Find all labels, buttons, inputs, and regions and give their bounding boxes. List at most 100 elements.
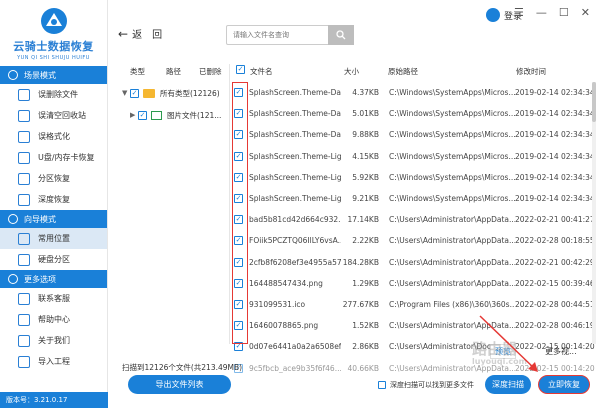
menu-icon[interactable]: ☰ [514, 6, 524, 19]
back-button[interactable]: ← 返 回 [118, 26, 162, 42]
tree-label: 所有类型(12126) [160, 88, 220, 98]
sidebar-item[interactable]: 联系客服 [0, 288, 107, 309]
sidebar-item[interactable]: 深度恢复 [0, 189, 107, 210]
sidebar-item[interactable]: 误格式化 [0, 126, 107, 147]
tree-checkbox[interactable]: ✓ [130, 88, 139, 98]
deep-recover-icon [18, 193, 30, 206]
checkbox-highlight [232, 82, 248, 344]
file-path: C:\Windows\SystemApps\Micros... [389, 151, 515, 161]
sidebar-item[interactable]: 导入工程 [0, 351, 107, 372]
sidebar-item[interactable]: 常用位置 [0, 228, 107, 249]
file-path: C:\Users\Administrator\AppData... [389, 257, 515, 267]
col-header-name[interactable]: 文件名 [250, 66, 273, 77]
sidebar-item-label: 帮助中心 [38, 315, 70, 324]
table-row[interactable]: ✓ FOiik5PCZTQ06IlLY6vsA... 2.22KB C:\Users\… [230, 230, 600, 251]
sidebar-sections: 场景模式误删除文件误清空回收站 误格式化 U盘/内存卡恢复分区恢复 深度恢复向导模式常… [0, 66, 107, 372]
file-name: SplashScreen.Theme-Da... [249, 88, 341, 98]
file-date: 2022-02-15 00:39:46 [515, 278, 595, 288]
close-icon[interactable]: ✕ [581, 6, 590, 19]
col-header-size[interactable]: 大小 [344, 66, 359, 77]
sidebar-item[interactable]: 硬盘分区 [0, 249, 107, 270]
col-header-date[interactable]: 修改时间 [516, 66, 546, 77]
sidebar-item[interactable]: 误清空回收站 [0, 105, 107, 126]
info-icon [18, 334, 30, 347]
table-header: 类型 路径 已删除 ✓ 文件名 大小 原始路径 修改时间 [108, 64, 600, 80]
file-size: 9.21KB [352, 194, 379, 204]
back-arrow-icon: ← [118, 26, 129, 41]
scrollbar[interactable] [592, 82, 596, 344]
file-name: SplashScreen.Theme-Da... [249, 109, 341, 119]
file-size: 4.37KB [352, 88, 379, 98]
sidebar-item[interactable]: 误删除文件 [0, 84, 107, 105]
file-path: C:\Users\Administrator\AppData... [389, 236, 515, 246]
file-date: 2019-02-14 02:34:34 [515, 109, 595, 119]
table-row[interactable]: ✓ SplashScreen.Theme-Lig... 4.15KB C:\Windo… [230, 146, 600, 167]
search-button[interactable] [328, 25, 354, 45]
table-row[interactable]: ✓ 164488547434.png 1.29KB C:\Users\Administ… [230, 273, 600, 294]
file-size: 5.92KB [352, 172, 379, 182]
tree-item-all[interactable]: ▼ ✓ 所有类型(12126) [122, 82, 226, 104]
file-name: FOiik5PCZTQ06IlLY6vsA... [249, 236, 341, 246]
sidebar-item-label: U盘/内存卡恢复 [38, 153, 95, 162]
table-row[interactable]: ✓ bad5b81cd42d664c932... 17.14KB C:\Users\A… [230, 209, 600, 230]
sidebar-item[interactable]: 关于我们 [0, 330, 107, 351]
tree-item-images[interactable]: ▶ ✓ 图片文件(121... [122, 104, 226, 126]
file-path: C:\Windows\SystemApps\Micros... [389, 172, 515, 182]
tree-header-path[interactable]: 路径 [166, 66, 181, 77]
table-row[interactable]: ✓ SplashScreen.Theme-Da... 4.37KB C:\Window… [230, 82, 600, 103]
collapse-icon[interactable]: ▼ [122, 89, 130, 97]
table-row[interactable]: ✓ 931099531.ico 277.67KB C:\Program Files (… [230, 294, 600, 315]
deep-scan-hint: 深度扫描可以找到更多文件 [378, 380, 474, 390]
tree-header-deleted[interactable]: 已删除 [199, 66, 222, 77]
file-date: 2019-02-14 02:34:34 [515, 130, 595, 140]
disk-icon [18, 253, 30, 266]
file-path: C:\Users\Administrator\AppData... [389, 278, 515, 288]
partition-icon [18, 172, 30, 185]
sidebar-section-header: 场景模式 [0, 66, 107, 84]
table-row[interactable]: ✓ SplashScreen.Theme-Da... 9.88KB C:\Window… [230, 124, 600, 145]
table-row[interactable]: ✓ 16460078865.png 1.52KB C:\Users\Administr… [230, 315, 600, 336]
select-all-checkbox[interactable]: ✓ [236, 65, 245, 74]
import-icon [18, 355, 30, 368]
scroll-thumb[interactable] [592, 82, 596, 122]
table-row[interactable]: ✓ SplashScreen.Theme-Lig... 5.92KB C:\Windo… [230, 167, 600, 188]
file-date: 2022-02-28 00:18:55 [515, 236, 595, 246]
tree-label: 图片文件(121... [167, 110, 222, 120]
minimize-icon[interactable]: — [536, 6, 547, 19]
table-row[interactable]: ✓ SplashScreen.Theme-Lig... 9.21KB C:\Windo… [230, 188, 600, 209]
version-label: 版本号：3.21.0.17 [0, 392, 108, 408]
tree-header-type[interactable]: 类型 [130, 66, 145, 77]
sidebar-item[interactable]: 分区恢复 [0, 168, 107, 189]
recover-now-button[interactable]: 立即恢复 [538, 375, 590, 394]
file-name: SplashScreen.Theme-Lig... [249, 194, 341, 204]
sidebar-item-label: 硬盘分区 [38, 255, 70, 264]
app-logo-area: 云骑士数据恢复 YUN QI SHI SHUJU HUIFU [0, 0, 107, 66]
expand-icon[interactable]: ▶ [130, 111, 138, 119]
col-header-path[interactable]: 原始路径 [388, 66, 418, 77]
sidebar-item-label: 误格式化 [38, 132, 70, 141]
app-subtitle: YUN QI SHI SHUJU HUIFU [17, 55, 90, 61]
app-logo-icon [40, 8, 67, 34]
format-icon [18, 130, 30, 143]
table-row[interactable]: ✓ 2cfb8f6208ef3e4955a57... 184.28KB C:\User… [230, 252, 600, 273]
section-label: 场景模式 [24, 70, 56, 80]
file-name: 931099531.ico [249, 299, 306, 309]
preview-more-link[interactable]: 更多视... [545, 346, 577, 357]
deep-hint-checkbox[interactable] [378, 381, 386, 389]
tree-checkbox[interactable]: ✓ [138, 110, 147, 120]
file-size: 1.29KB [352, 278, 379, 288]
file-path: C:\Users\Administrator\AppData... [389, 215, 515, 225]
help-icon [18, 313, 30, 326]
section-label: 向导模式 [24, 214, 56, 224]
export-list-button[interactable]: 导出文件列表 [128, 375, 231, 394]
sidebar-item[interactable]: 帮助中心 [0, 309, 107, 330]
file-name: 0d07e6441a0a2a6508ef... [249, 342, 341, 352]
folder-icon [143, 88, 155, 98]
deep-scan-button[interactable]: 深度扫描 [485, 375, 531, 394]
maximize-icon[interactable]: ☐ [559, 6, 569, 19]
sidebar-item[interactable]: U盘/内存卡恢复 [0, 147, 107, 168]
file-size: 2.22KB [352, 236, 379, 246]
sidebar-item-label: 误清空回收站 [38, 111, 86, 120]
file-name: bad5b81cd42d664c932... [249, 215, 341, 225]
table-row[interactable]: ✓ SplashScreen.Theme-Da... 5.01KB C:\Window… [230, 103, 600, 124]
